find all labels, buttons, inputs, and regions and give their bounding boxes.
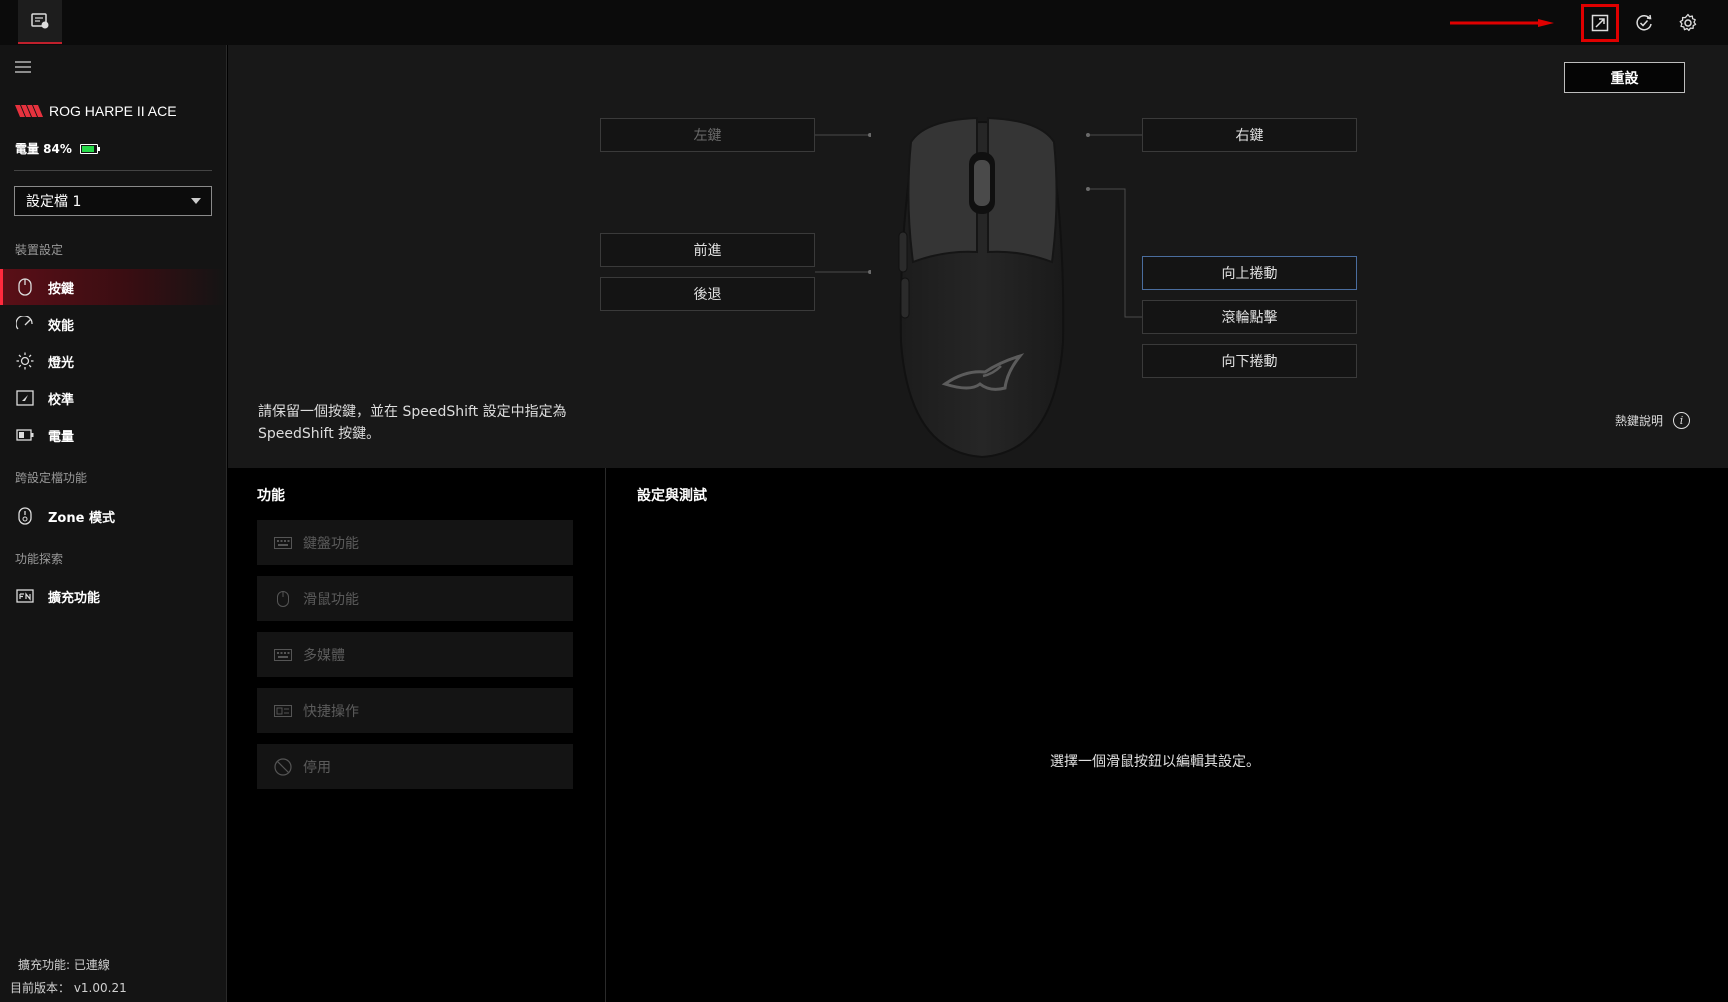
sidebar-item-buttons[interactable]: 按鍵: [0, 269, 226, 305]
sidebar-item-power[interactable]: 電量: [0, 417, 226, 453]
empty-state-message: 選擇一個滑鼠按鈕以編輯其設定。: [1050, 754, 1260, 770]
sync-icon: [1636, 14, 1652, 31]
device-tab[interactable]: [18, 0, 62, 44]
sidebar: ROG HARPE II ACE 電量 84% 設定檔 1 裝置設定 按鍵 效能: [0, 45, 227, 1002]
performance-icon: [16, 315, 34, 333]
forward-button[interactable]: 前進: [600, 233, 815, 267]
sidebar-item-label: 擴充功能: [48, 590, 101, 606]
section-cross-profile: 跨設定檔功能: [15, 471, 88, 485]
sidebar-divider: [14, 170, 212, 171]
annotation-arrow: [1450, 19, 1554, 27]
light-icon: [16, 352, 34, 370]
battery-label: 電量 84%: [15, 142, 72, 156]
device-name: ROG HARPE II ACE: [49, 103, 177, 119]
reset-button[interactable]: 重設: [1564, 62, 1685, 93]
sidebar-item-performance[interactable]: 效能: [0, 306, 226, 342]
sync-button[interactable]: [1630, 9, 1658, 37]
sidebar-item-lighting[interactable]: 燈光: [0, 343, 226, 379]
app-window: ROG HARPE II ACE 電量 84% 設定檔 1 裝置設定 按鍵 效能: [0, 0, 1728, 1002]
section-explore: 功能探索: [15, 552, 64, 566]
multimedia-icon: [273, 647, 293, 663]
device-header: ROG HARPE II ACE: [15, 103, 177, 119]
sidebar-item-extensions[interactable]: 擴充功能: [0, 578, 226, 614]
shortcut-icon: [273, 703, 293, 719]
battery-icon: [16, 426, 34, 444]
chevron-down-icon: [191, 198, 201, 204]
function-label: 滑鼠功能: [303, 591, 359, 608]
hotkey-label: 熱鍵說明: [1615, 414, 1664, 428]
sidebar-item-label: 校準: [48, 392, 75, 408]
info-icon: i: [1673, 412, 1691, 429]
menu-icon[interactable]: [15, 61, 31, 73]
mouse-illustration: [898, 116, 1065, 459]
sidebar-item-label: 效能: [48, 318, 75, 334]
battery-fill: [81, 145, 94, 152]
keyboard-icon: [273, 535, 293, 551]
settings-button[interactable]: [1674, 9, 1702, 37]
function-mouse[interactable]: 滑鼠功能: [257, 576, 573, 621]
battery-level-icon: [79, 143, 100, 154]
update-button[interactable]: [1581, 4, 1619, 42]
scroll-down-button[interactable]: 向下捲動: [1142, 344, 1357, 378]
zone-mode-icon: [16, 507, 34, 525]
sidebar-item-zone-mode[interactable]: Zone 模式: [0, 498, 226, 534]
function-disable[interactable]: 停用: [257, 744, 573, 789]
right-connectors: [1086, 133, 1142, 318]
calibration-icon: [16, 389, 34, 407]
speedshift-info: 請保留一個按鍵，並在 SpeedShift 設定中指定為 SpeedShift …: [258, 404, 567, 442]
sidebar-item-label: 按鍵: [48, 281, 75, 297]
app-version: 目前版本： v1.00.21: [10, 981, 127, 995]
sidebar-item-label: 電量: [48, 429, 75, 445]
back-button[interactable]: 後退: [600, 277, 815, 311]
function-keyboard[interactable]: 鍵盤功能: [257, 520, 573, 565]
function-label: 快捷操作: [303, 703, 359, 720]
update-icon: [1591, 14, 1609, 32]
disable-icon: [273, 757, 293, 776]
function-shortcut[interactable]: 快捷操作: [257, 688, 573, 733]
extension-status: 擴充功能: 已連線: [18, 958, 110, 972]
battery-status: 電量 84%: [15, 140, 100, 157]
gear-icon: [1679, 13, 1697, 32]
function-label: 多媒體: [303, 647, 345, 664]
hotkey-help[interactable]: 熱鍵說明 i: [1615, 412, 1691, 429]
profile-dropdown[interactable]: 設定檔 1: [14, 186, 212, 216]
function-multimedia[interactable]: 多媒體: [257, 632, 573, 677]
function-panel: 功能 鍵盤功能 滑鼠功能 多媒體 快捷操作 停用: [228, 468, 606, 1002]
left-connectors: [815, 133, 871, 274]
section-device-settings: 裝置設定: [15, 243, 64, 257]
sidebar-item-label: Zone 模式: [48, 510, 115, 526]
mouse-icon: [273, 590, 293, 607]
right-click-button[interactable]: 右鍵: [1142, 118, 1357, 152]
sidebar-item-label: 燈光: [48, 355, 75, 371]
profile-selected: 設定檔 1: [26, 194, 82, 210]
wheel-click-button[interactable]: 滾輪點擊: [1142, 300, 1357, 334]
fn-icon: [16, 587, 34, 605]
mouse-icon: [16, 278, 34, 296]
sidebar-item-calibration[interactable]: 校準: [0, 380, 226, 416]
device-icon: [31, 13, 49, 29]
settings-test-panel: 設定與測試 選擇一個滑鼠按鈕以編輯其設定。: [607, 468, 1728, 1002]
top-bar: [0, 0, 1728, 45]
left-click-button[interactable]: 左鍵: [600, 118, 815, 152]
function-panel-title: 功能: [257, 488, 285, 504]
scroll-up-button[interactable]: 向上捲動: [1142, 256, 1357, 290]
settings-test-title: 設定與測試: [637, 488, 707, 504]
rog-stripes-icon: [15, 105, 43, 117]
function-label: 鍵盤功能: [303, 535, 359, 552]
function-label: 停用: [303, 759, 331, 776]
